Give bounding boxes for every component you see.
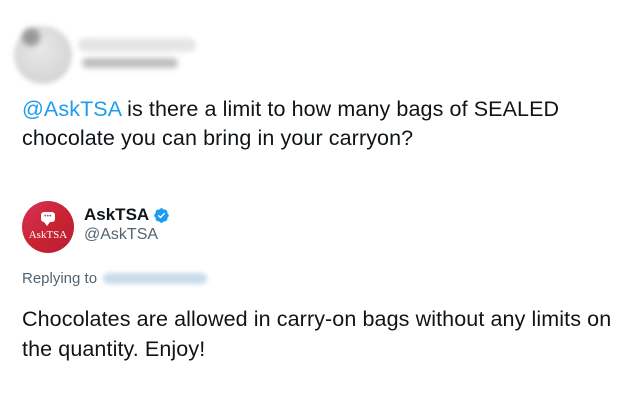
reply-author-avatar[interactable]: ••• AskTSA [22,201,74,253]
original-tweet-text: @AskTSA is there a limit to how many bag… [22,95,602,153]
reply-author-name[interactable]: AskTSA [84,205,149,225]
replying-to-label: Replying to [22,270,98,287]
original-author-handle-redacted [82,58,178,68]
mention-link[interactable]: @AskTSA [22,97,121,121]
replying-to-row: Replying to [22,270,208,287]
reply-tweet-text: Chocolates are allowed in carry-on bags … [22,307,612,361]
avatar-logo-text: AskTSA [28,229,68,241]
verified-badge-icon [154,207,169,223]
replying-to-handle-redacted[interactable] [103,273,208,284]
chat-bubble-icon: ••• [41,212,55,226]
reply-author-name-row[interactable]: AskTSA [84,205,170,225]
original-author-avatar-detail [22,28,40,46]
reply-author-handle[interactable]: @AskTSA [84,226,158,244]
original-author-name-redacted[interactable] [78,38,196,52]
